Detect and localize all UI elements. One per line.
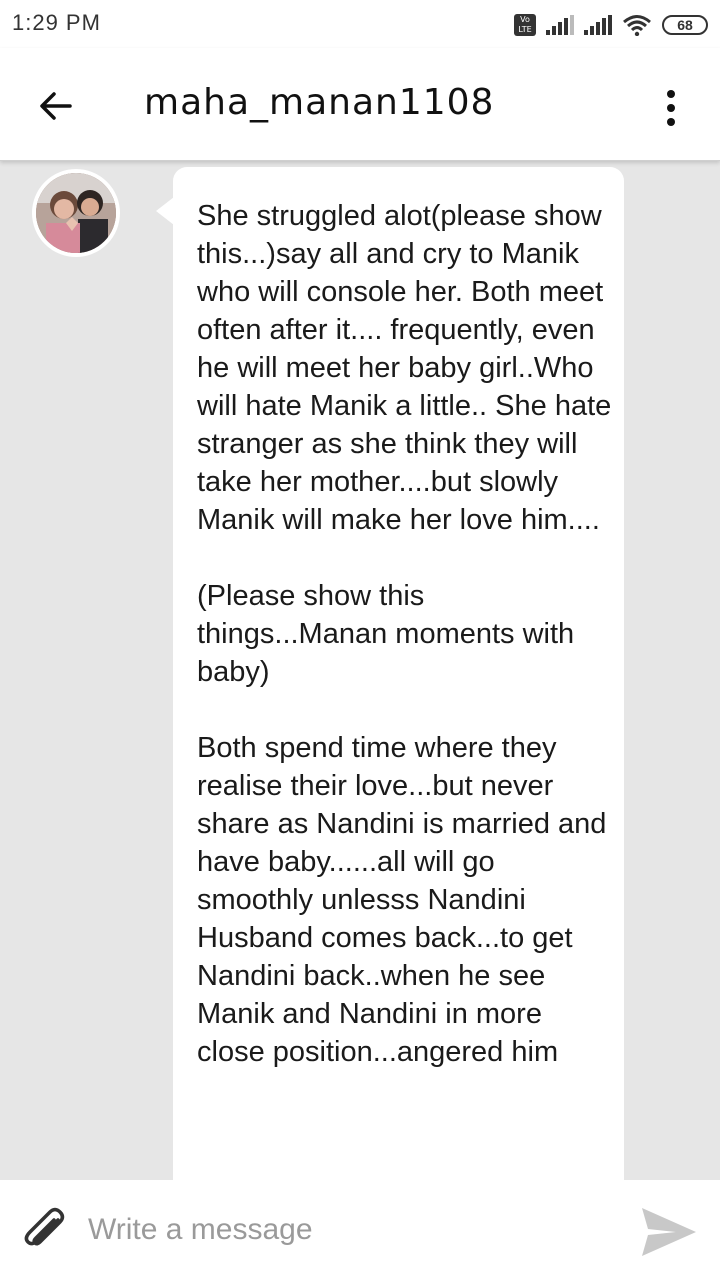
avatar-image [36, 173, 116, 253]
avatar[interactable] [32, 169, 120, 257]
bubble-tail [156, 197, 174, 225]
more-vertical-icon[interactable] [658, 88, 684, 128]
status-icons: Vo LTE 68 [514, 12, 708, 38]
signal-icon [584, 15, 612, 35]
message-bubble[interactable]: She struggled alot(please show this...)s… [173, 167, 624, 1180]
signal-icon [546, 15, 574, 35]
volte-label-bottom: LTE [518, 25, 532, 34]
message-composer [0, 1180, 720, 1280]
chat-header: maha_manan1108 [0, 48, 720, 161]
paperclip-icon[interactable] [20, 1204, 72, 1256]
arrow-left-icon[interactable] [36, 86, 76, 126]
message-text: She struggled alot(please show this...)s… [197, 200, 612, 1068]
status-bar: 1:29 PM Vo LTE 68 [0, 0, 720, 48]
wifi-icon [623, 15, 651, 36]
battery-icon: 68 [662, 15, 708, 35]
message-input[interactable] [88, 1206, 608, 1254]
send-icon[interactable] [640, 1206, 698, 1258]
conversation-area[interactable]: She struggled alot(please show this...)s… [0, 161, 720, 1180]
volte-icon: Vo LTE [514, 14, 536, 36]
status-time: 1:29 PM [12, 10, 101, 35]
chat-title[interactable]: maha_manan1108 [144, 82, 494, 123]
volte-label-top: Vo [520, 15, 530, 24]
